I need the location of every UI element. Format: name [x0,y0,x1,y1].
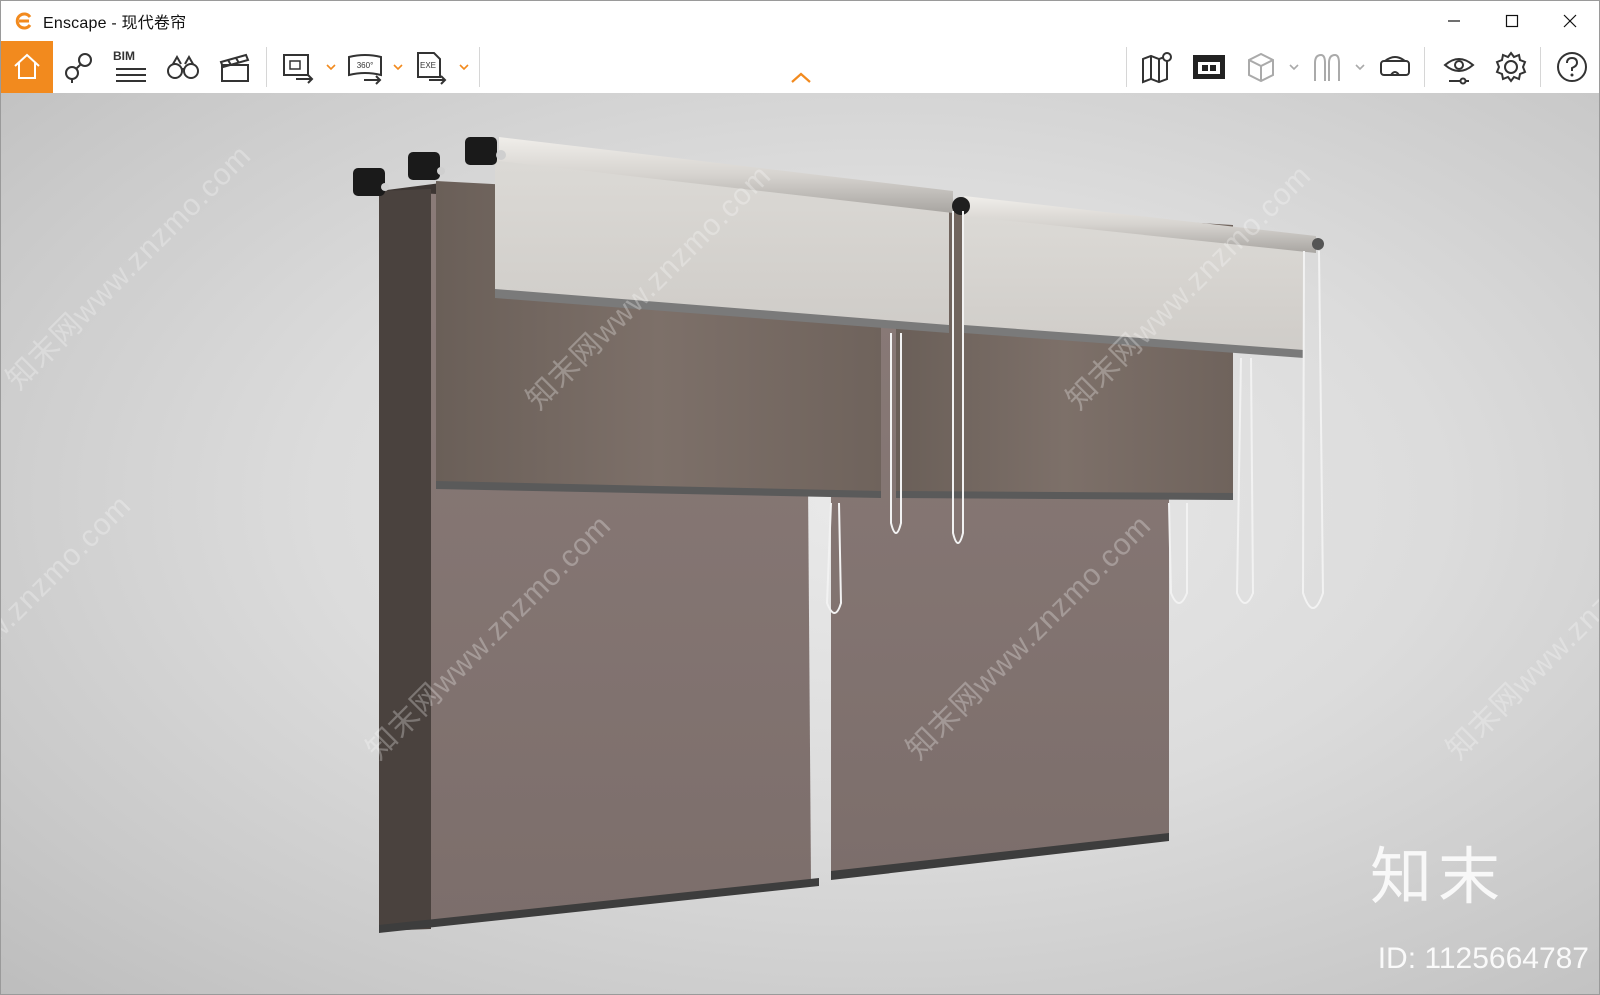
export-image-button[interactable] [276,45,320,89]
close-button[interactable] [1541,1,1599,41]
export-360-icon: 360° [348,54,382,85]
chevron-down-icon [1355,64,1365,71]
map-button[interactable] [1135,45,1179,89]
export-image-dropdown[interactable] [324,57,338,77]
capture-dropdown[interactable] [1287,57,1301,77]
toolbar-separator [1424,47,1425,87]
app-window: Enscape - 现代卷帘 BIM 360° EXE 知末网www.znzmo… [0,0,1600,995]
window-title: Enscape - 现代卷帘 [43,9,186,33]
visual-settings-button[interactable] [1437,45,1481,89]
binoculars-button[interactable] [161,45,205,89]
binoculars-icon [167,54,199,79]
compass-icon [1314,53,1340,81]
title-bar: Enscape - 现代卷帘 [1,1,1599,41]
export-panorama-button[interactable]: 360° [343,45,387,89]
maximize-button[interactable] [1483,1,1541,41]
minimize-button[interactable] [1425,1,1483,41]
chevron-down-icon [326,64,336,71]
toolbar: BIM 360° EXE [1,41,1599,94]
window-controls [1425,1,1599,41]
bracket-cap [496,150,506,160]
eye-settings-icon [1443,58,1475,85]
roller-blind-render [353,137,1325,933]
watermark-id: ID: 1125664787 [1377,942,1589,975]
render-viewport[interactable]: 知末网www.znzmo.com 知末网www.znzmo.com 知末网www… [1,93,1599,994]
bim-button[interactable]: BIM [109,45,153,89]
capture-button[interactable] [1239,45,1283,89]
maximize-icon [1505,14,1519,28]
export-exe-button[interactable]: EXE [409,45,453,89]
bracket [465,137,497,165]
vr-headset-icon [1380,56,1410,76]
gear-icon [1495,51,1527,83]
chevron-down-icon [459,64,469,71]
bracket [408,152,440,180]
exe-label: EXE [420,61,436,70]
export-exe-dropdown[interactable] [457,57,471,77]
map-icon [1142,52,1172,84]
bracket [1312,238,1324,250]
clapper-icon [219,53,250,82]
bracket [952,197,970,215]
app-name: Enscape [43,15,107,32]
document-name: 现代卷帘 [121,15,187,32]
bracket-cap [381,183,389,191]
bracket [353,168,385,196]
box-icon [1248,52,1274,83]
collapse-toolbar-button[interactable] [790,71,812,90]
chevron-up-icon [791,72,811,83]
pano-label: 360° [357,61,374,70]
close-icon [1563,14,1577,28]
bim-label: BIM [113,49,135,63]
toolbar-separator [1126,47,1127,87]
pin-icon [65,53,92,83]
export-exe-icon: EXE [417,52,447,85]
export-image-icon [283,54,314,84]
home-icon [14,53,40,79]
title-separator: - [106,15,122,32]
blind-rear-left-edge [379,189,431,931]
chevron-down-icon [1289,64,1299,71]
sun-button[interactable] [1305,45,1349,89]
toolbar-separator [479,47,480,87]
vr-button[interactable] [1373,45,1417,89]
asset-library-button[interactable] [1187,45,1231,89]
screen-icon [1193,55,1225,79]
views-button[interactable] [57,45,101,89]
toolbar-separator [1540,47,1541,87]
bracket-cap [437,167,445,175]
watermark-logo: 知末 [1369,840,1506,913]
settings-button[interactable] [1489,45,1533,89]
video-editor-button[interactable] [213,45,257,89]
help-icon [1557,52,1587,82]
sun-dropdown[interactable] [1353,57,1367,77]
toolbar-separator [266,47,267,87]
minimize-icon [1448,20,1460,22]
enscape-logo-icon [13,10,35,32]
chevron-down-icon [393,64,403,71]
export-panorama-dropdown[interactable] [391,57,405,77]
help-button[interactable] [1550,45,1594,89]
home-button[interactable] [1,41,53,93]
